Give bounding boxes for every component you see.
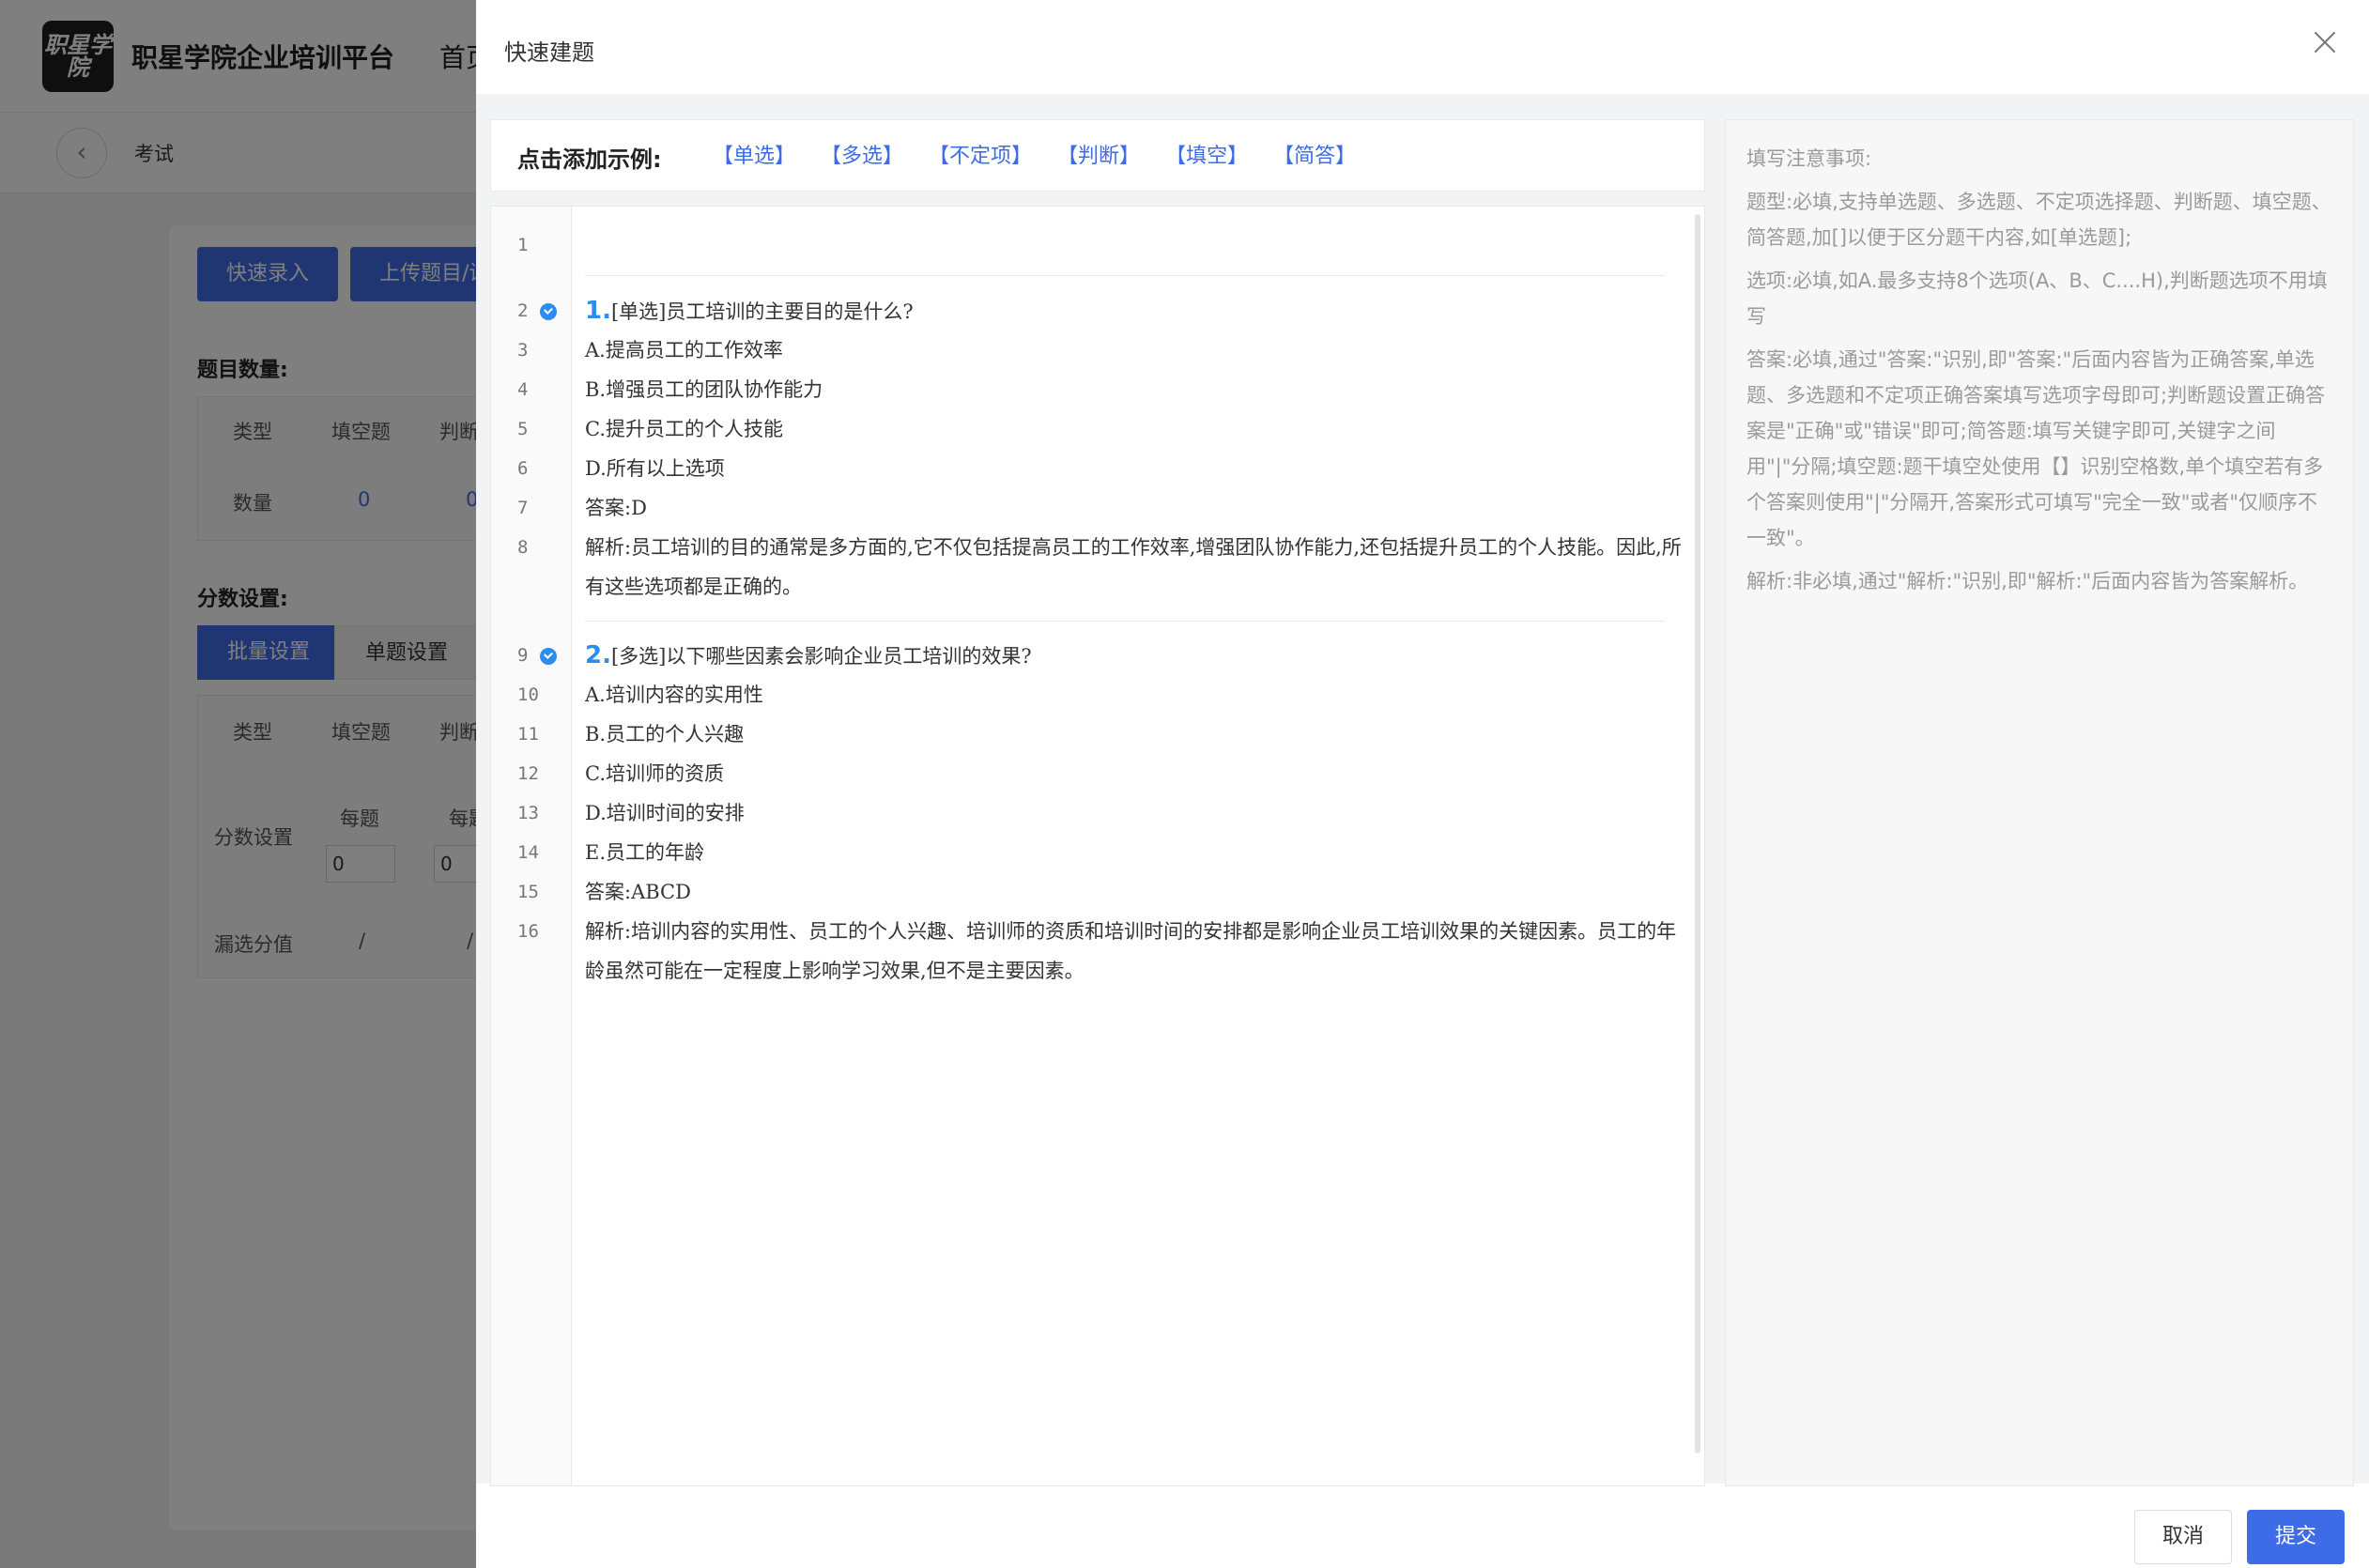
editor-line[interactable]: B.员工的个人兴趣 <box>585 715 1684 754</box>
question-number: 2. <box>585 641 611 669</box>
editor-line[interactable]: 解析:员工培训的目的通常是多方面的,它不仅包括提高员工的工作效率,增强团队协作能… <box>585 528 1684 607</box>
drawer-body: 点击添加示例: 【单选】 【多选】 【不定项】 【判断】 【填空】 【简答】 1… <box>476 94 2369 1486</box>
question-editor[interactable]: 1 2 3 4 5 6 7 8 9 10 11 12 13 14 15 16 1… <box>490 206 1705 1486</box>
example-indefinite[interactable]: 【不定项】 <box>929 145 1032 168</box>
question-number: 1. <box>585 297 611 325</box>
notes-analysis: 解析:非必填,通过"解析:"识别,即"解析:"后面内容皆为答案解析。 <box>1746 570 2309 592</box>
example-multi[interactable]: 【多选】 <box>821 145 903 168</box>
line-number: 14 <box>517 842 539 863</box>
example-short[interactable]: 【简答】 <box>1273 145 1356 168</box>
check-circle-icon <box>540 303 557 320</box>
editor-line[interactable]: E.员工的年龄 <box>585 833 1684 872</box>
line-number: 13 <box>517 803 539 823</box>
editor-line[interactable]: 答案:ABCD <box>585 872 1684 912</box>
editor-line[interactable]: D.培训时间的安排 <box>585 793 1684 833</box>
notes-type: 题型:必填,支持单选题、多选题、不定项选择题、判断题、填空题、简答题,加[]以便… <box>1746 191 2331 249</box>
line-number: 5 <box>517 419 529 439</box>
editor-line[interactable]: A.培训内容的实用性 <box>585 675 1684 715</box>
example-fill[interactable]: 【填空】 <box>1165 145 1248 168</box>
editor-line[interactable]: C.培训师的资质 <box>585 754 1684 793</box>
example-judge[interactable]: 【判断】 <box>1057 145 1140 168</box>
line-number: 4 <box>517 379 529 400</box>
editor-line[interactable]: 2.[多选]以下哪些因素会影响企业员工培训的效果? <box>585 636 1684 675</box>
editor-scrollbar[interactable] <box>1695 214 1700 1453</box>
line-number: 6 <box>517 458 529 479</box>
notes-heading: 填写注意事项: <box>1746 147 1872 170</box>
notes-options: 选项:必填,如A.最多支持8个选项(A、B、C....H),判断题选项不用填写 <box>1746 269 2328 328</box>
question-divider <box>585 621 1665 622</box>
close-icon[interactable] <box>2309 26 2341 58</box>
line-number: 10 <box>517 684 539 705</box>
line-number: 15 <box>517 882 539 902</box>
question-stem: [单选]员工培训的主要目的是什么? <box>610 300 914 323</box>
example-links: 【单选】 【多选】 【不定项】 【判断】 【填空】 【简答】 <box>713 139 1375 169</box>
editor-line[interactable]: 答案:D <box>585 488 1684 528</box>
line-number: 2 <box>491 291 572 331</box>
line-number: 12 <box>517 763 539 784</box>
submit-button[interactable]: 提交 <box>2247 1510 2345 1564</box>
cancel-button[interactable]: 取消 <box>2134 1510 2232 1564</box>
line-number: 11 <box>517 724 539 745</box>
line-number: 8 <box>517 537 529 558</box>
example-title: 点击添加示例: <box>517 146 662 173</box>
editor-content[interactable]: 1.[单选]员工培训的主要目的是什么? A.提高员工的工作效率 B.增强员工的团… <box>572 207 1689 1485</box>
line-number: 7 <box>517 498 529 518</box>
editor-line[interactable]: B.增强员工的团队协作能力 <box>585 370 1684 409</box>
notes-panel: 填写注意事项: 题型:必填,支持单选题、多选题、不定项选择题、判断题、填空题、简… <box>1725 119 2354 1486</box>
question-divider <box>585 275 1665 276</box>
editor-line[interactable]: D.所有以上选项 <box>585 449 1684 488</box>
editor-line[interactable]: 解析:培训内容的实用性、员工的个人兴趣、培训师的资质和培训时间的安排都是影响企业… <box>585 912 1684 991</box>
notes-answer: 答案:必填,通过"答案:"识别,即"答案:"后面内容皆为正确答案,单选题、多选题… <box>1746 348 2326 549</box>
quick-build-drawer: 快速建题 点击添加示例: 【单选】 【多选】 【不定项】 【判断】 【填空】 【… <box>476 0 2369 1568</box>
line-number: 9 <box>491 636 572 675</box>
line-number: 16 <box>517 921 539 942</box>
drawer-title: 快速建题 <box>504 39 594 66</box>
editor-line[interactable]: C.提升员工的个人技能 <box>585 409 1684 449</box>
example-toolbar: 点击添加示例: 【单选】 【多选】 【不定项】 【判断】 【填空】 【简答】 <box>490 119 1705 192</box>
editor-line[interactable] <box>585 225 1684 265</box>
editor-line[interactable]: A.提高员工的工作效率 <box>585 331 1684 370</box>
line-gutter: 1 2 3 4 5 6 7 8 9 10 11 12 13 14 15 16 <box>491 207 572 1485</box>
example-single[interactable]: 【单选】 <box>713 145 795 168</box>
check-circle-icon <box>540 648 557 665</box>
line-number: 3 <box>517 340 529 361</box>
line-number: 1 <box>517 235 529 255</box>
question-stem: [多选]以下哪些因素会影响企业员工培训的效果? <box>610 645 1032 668</box>
editor-line[interactable]: 1.[单选]员工培训的主要目的是什么? <box>585 291 1684 331</box>
